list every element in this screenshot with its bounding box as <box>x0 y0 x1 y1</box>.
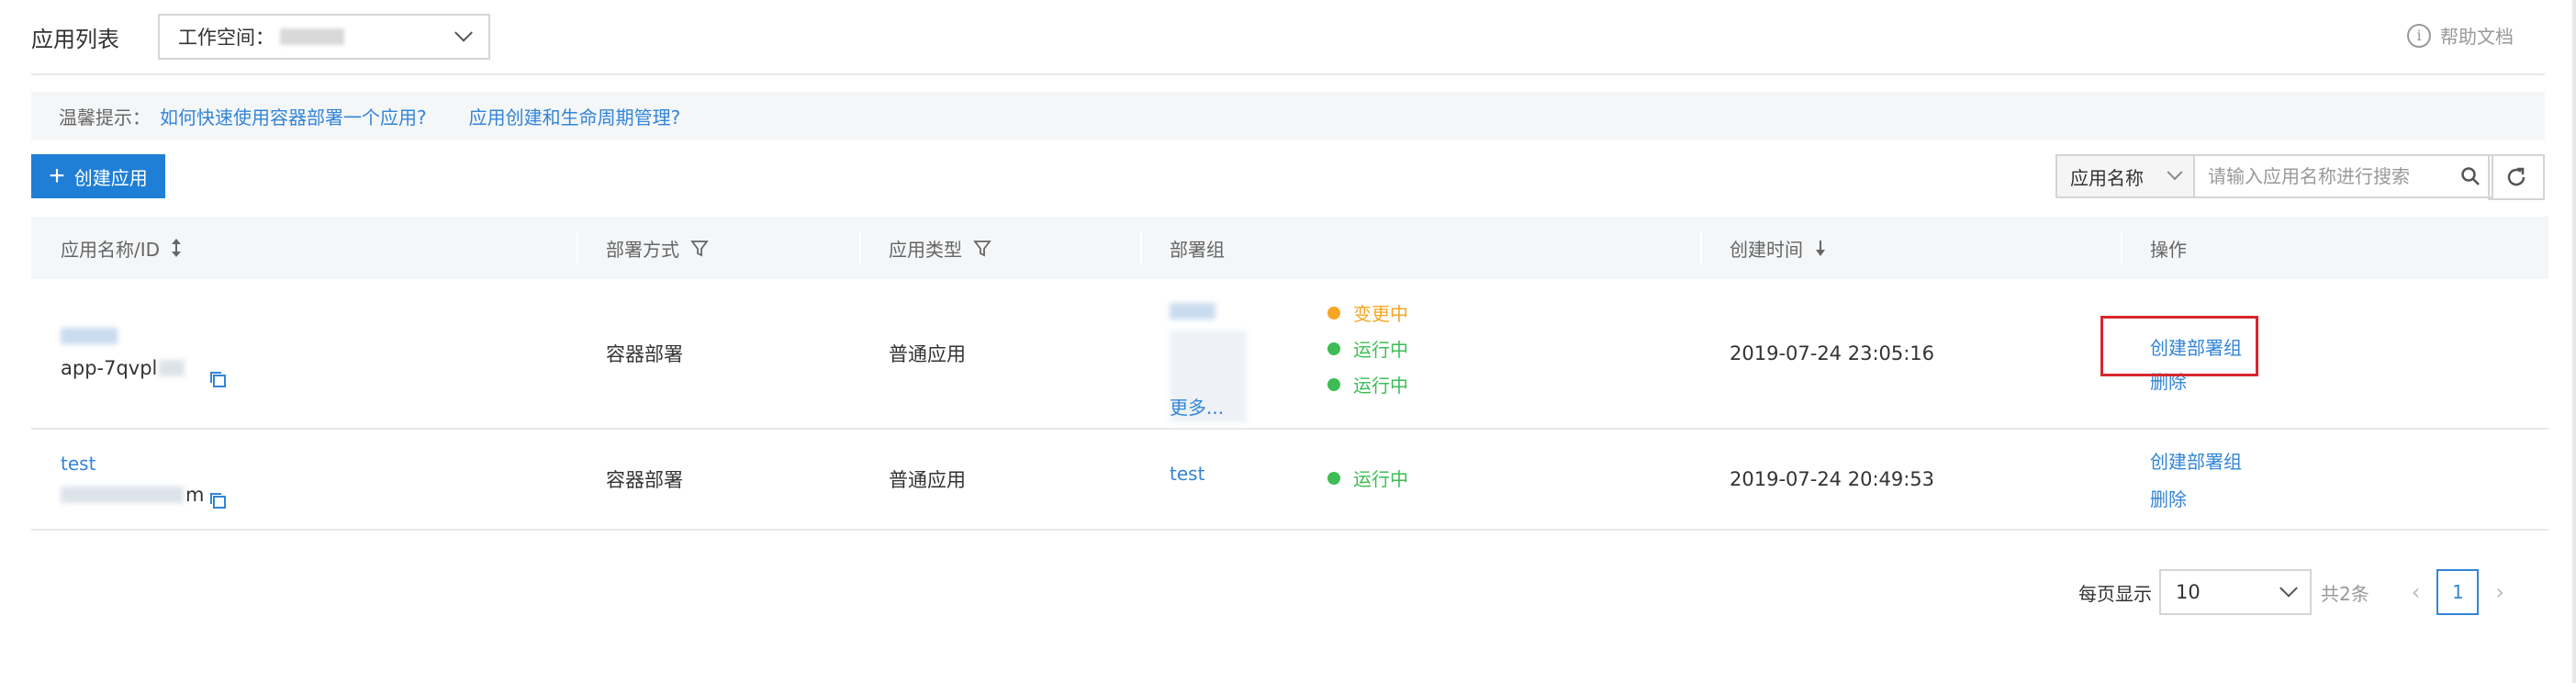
app-name-id-cell: app-7qvpl <box>31 279 577 428</box>
filter-icon[interactable] <box>690 239 709 257</box>
tip-bar: 温馨提示： 如何快速使用容器部署一个应用? 应用创建和生命周期管理? <box>31 92 2545 140</box>
info-icon: i <box>2407 23 2431 48</box>
page-size-label: 每页显示 <box>2078 582 2153 605</box>
chevron-down-icon <box>2279 578 2298 598</box>
col-actions: 操作 <box>2121 217 2548 279</box>
col-name-id[interactable]: 应用名称/ID <box>31 217 577 279</box>
tip-label: 温馨提示： <box>59 106 151 129</box>
total-count: 共2条 <box>2321 582 2369 605</box>
page-title: 应用列表 <box>31 26 119 52</box>
app-type: 普通应用 <box>889 343 966 365</box>
deploy-method: 容器部署 <box>606 343 683 365</box>
app-table: 应用名称/ID 部署方式 应用类型 部署组 创建时间 操作 app-7qvpl … <box>31 217 2548 531</box>
toolbar: + 创建应用 应用名称 <box>31 154 2545 200</box>
tip-link-quickstart[interactable]: 如何快速使用容器部署一个应用? <box>160 103 427 129</box>
sort-icon[interactable] <box>171 237 182 259</box>
app-name-link[interactable]: test <box>61 453 95 475</box>
app-name-id-cell: test m <box>31 430 577 529</box>
app-id: app-7qvpl <box>61 357 185 379</box>
search-box: 应用名称 <box>2055 154 2493 198</box>
tip-link-lifecycle[interactable]: 应用创建和生命周期管理? <box>469 103 681 129</box>
help-docs-label: 帮助文档 <box>2440 26 2514 48</box>
deploy-group-cell: test 运行中 <box>1140 430 1700 529</box>
refresh-button[interactable] <box>2488 154 2545 200</box>
chevron-down-icon <box>2167 164 2183 181</box>
col-app-type: 应用类型 <box>859 217 1140 279</box>
status-dot <box>1327 471 1340 485</box>
actions-cell: 创建部署组 删除 <box>2100 279 2548 428</box>
page-number-current[interactable]: 1 <box>2436 569 2480 615</box>
app-id: m <box>61 484 204 506</box>
deploy-method: 容器部署 <box>606 469 683 491</box>
search-icon[interactable] <box>2449 156 2492 196</box>
next-page-icon[interactable]: › <box>2495 579 2504 605</box>
sort-desc-icon[interactable] <box>1814 238 1827 258</box>
app-name-redacted[interactable] <box>61 328 118 344</box>
pagination: 每页显示 10 共2条 ‹ 1 › <box>2078 569 2521 615</box>
app-type: 普通应用 <box>889 469 966 491</box>
highlight-box <box>2100 316 2258 376</box>
col-deploy-group: 部署组 <box>1140 217 1700 279</box>
create-app-button[interactable]: + 创建应用 <box>31 154 165 198</box>
app-list-page: 应用列表 工作空间： i 帮助文档 温馨提示： 如何快速使用容器部署一个应用? … <box>0 0 2576 683</box>
deploy-group-redacted[interactable] <box>1170 303 1215 319</box>
create-app-label: 创建应用 <box>73 168 148 189</box>
copy-icon[interactable] <box>207 490 228 510</box>
table-row: app-7qvpl 容器部署 普通应用 更多... 变更中 运行中 运行中 20… <box>31 279 2548 430</box>
create-deploy-group-link[interactable]: 创建部署组 <box>2150 447 2242 474</box>
status-badge: 变更中 <box>1327 299 1408 326</box>
status-dot <box>1327 306 1340 319</box>
right-border <box>2572 0 2576 683</box>
status-list: 变更中 运行中 运行中 <box>1327 279 1408 407</box>
deploy-group-link[interactable]: test <box>1170 463 1327 485</box>
delete-link[interactable]: 删除 <box>2150 485 2187 511</box>
deploy-group-cell: 更多... 变更中 运行中 运行中 <box>1140 279 1700 428</box>
status-dot <box>1327 342 1340 355</box>
help-docs-link[interactable]: i 帮助文档 <box>2407 22 2514 49</box>
status-badge: 运行中 <box>1327 465 1408 491</box>
created-time: 2019-07-24 23:05:16 <box>1730 342 1935 364</box>
page-size-select[interactable]: 10 <box>2159 569 2313 615</box>
page-header: 应用列表 工作空间： i 帮助文档 <box>31 0 2545 75</box>
chevron-down-icon <box>454 23 473 42</box>
workspace-label: 工作空间： <box>178 27 274 49</box>
prev-page-icon[interactable]: ‹ <box>2412 579 2421 605</box>
workspace-value-redacted <box>280 28 344 45</box>
filter-icon[interactable] <box>973 239 991 257</box>
search-input[interactable] <box>2195 156 2449 196</box>
search-field-select[interactable]: 应用名称 <box>2057 156 2195 196</box>
actions-cell: 创建部署组 删除 <box>2121 430 2548 529</box>
col-created-time[interactable]: 创建时间 <box>1700 217 2121 279</box>
more-groups-link[interactable]: 更多... <box>1170 393 1224 420</box>
workspace-select[interactable]: 工作空间： <box>158 14 490 60</box>
plus-icon: + <box>49 161 65 191</box>
table-row: test m 容器部署 普通应用 test 运行中 2019-07-24 20:… <box>31 430 2548 531</box>
table-header: 应用名称/ID 部署方式 应用类型 部署组 创建时间 操作 <box>31 217 2548 279</box>
status-badge: 运行中 <box>1327 335 1408 362</box>
search-field-label: 应用名称 <box>2070 166 2144 189</box>
status-badge: 运行中 <box>1327 371 1408 397</box>
status-dot <box>1327 377 1340 391</box>
refresh-icon <box>2507 167 2526 186</box>
copy-icon[interactable] <box>207 369 228 389</box>
created-time: 2019-07-24 20:49:53 <box>1730 468 1935 490</box>
col-deploy-method: 部署方式 <box>577 217 859 279</box>
